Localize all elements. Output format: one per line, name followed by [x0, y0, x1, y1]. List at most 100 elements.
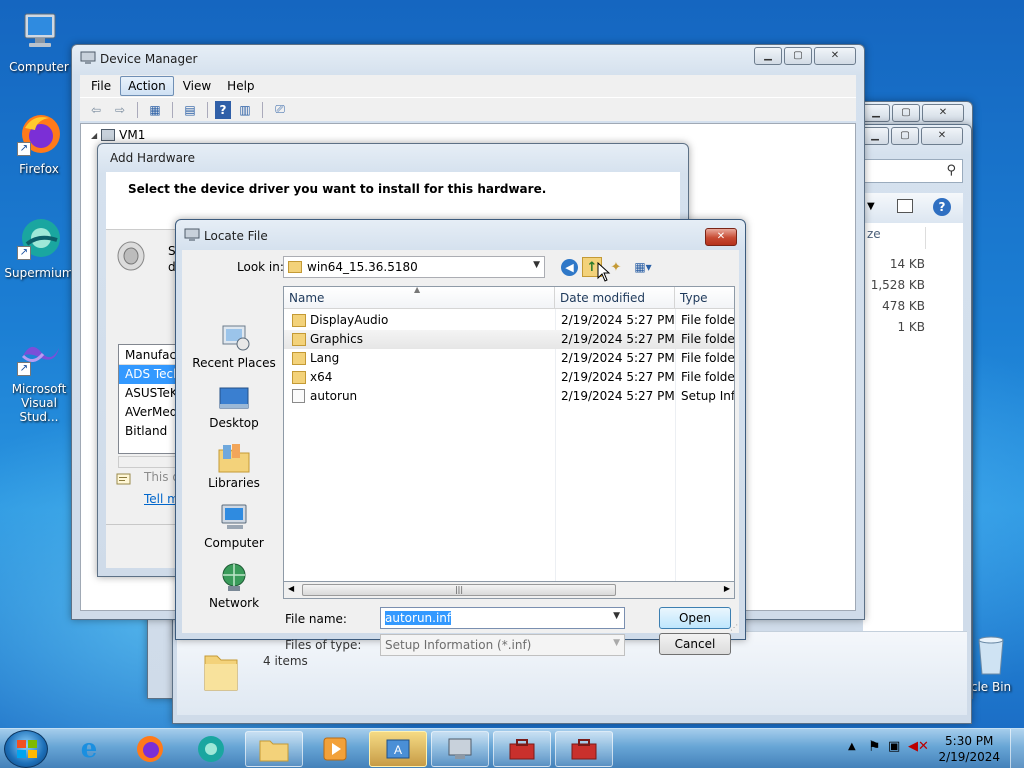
- file-name-label: File name:: [285, 612, 347, 626]
- tree-root-node[interactable]: ◢ VM1: [91, 128, 145, 142]
- look-in-label: Look in:: [237, 260, 284, 274]
- maximize-button[interactable]: ▢: [784, 47, 812, 65]
- file-row[interactable]: x64 2/19/2024 5:27 PM File folder: [284, 368, 734, 387]
- title-bar[interactable]: Locate File ✕: [176, 220, 745, 250]
- help-icon[interactable]: ?: [215, 100, 231, 119]
- show-hidden-icons-icon[interactable]: ▲: [848, 741, 856, 752]
- scroll-left-icon[interactable]: ◀: [288, 584, 294, 593]
- title-bar[interactable]: Add Hardware: [98, 144, 688, 172]
- minimize-button[interactable]: ▁: [862, 104, 890, 122]
- dialog-body: Look in: win64_15.36.5180 ▼ ◀ ↑ ✦ ▦▾ Rec…: [182, 250, 739, 656]
- show-hide-console-tree-icon[interactable]: ▦: [145, 101, 165, 119]
- list-item[interactable]: Bitland: [119, 422, 179, 441]
- back-arrow-icon[interactable]: ⇦: [86, 101, 106, 119]
- file-date: 2/19/2024 5:27 PM: [561, 313, 675, 327]
- title-bar[interactable]: Device Manager ▁ ▢ ✕: [72, 45, 864, 73]
- network-icon[interactable]: ▣: [888, 739, 900, 754]
- manufacturer-column-header[interactable]: Manufact: [119, 345, 179, 365]
- help-icon[interactable]: ?: [933, 198, 951, 216]
- column-header-name[interactable]: Name ▲: [284, 287, 555, 309]
- preview-pane-icon[interactable]: [897, 199, 913, 213]
- forward-arrow-icon[interactable]: ⇨: [110, 101, 130, 119]
- column-header-type[interactable]: Type: [675, 287, 734, 309]
- taskbar-driver-installer[interactable]: A: [369, 731, 427, 767]
- caption-buttons: ▁ ▢ ✕: [754, 47, 856, 65]
- file-date: 2/19/2024 5:27 PM: [561, 370, 675, 384]
- taskbar-supermium[interactable]: [182, 731, 240, 767]
- close-button[interactable]: ✕: [814, 47, 856, 65]
- properties-icon[interactable]: ▤: [180, 101, 200, 119]
- close-button[interactable]: ✕: [922, 104, 964, 122]
- place-network[interactable]: Network: [186, 562, 282, 610]
- horizontal-scrollbar[interactable]: ◀ ||| ▶: [283, 582, 735, 599]
- collapse-arrow-icon[interactable]: ◢: [91, 131, 97, 140]
- taskbar-firefox[interactable]: [121, 731, 179, 767]
- taskbar-device-manager[interactable]: [431, 731, 489, 767]
- svg-text:A: A: [394, 743, 402, 757]
- taskbar-internet-explorer[interactable]: e: [60, 731, 118, 767]
- start-button[interactable]: [4, 730, 48, 768]
- close-button[interactable]: ✕: [705, 228, 737, 246]
- column-header-date-modified[interactable]: Date modified: [555, 287, 675, 309]
- file-list[interactable]: Name ▲ Date modified Type DisplayAudio 2…: [283, 286, 735, 582]
- taskbar-toolbox-2[interactable]: [555, 731, 613, 767]
- desktop-icon-firefox[interactable]: ↗ Firefox: [0, 110, 78, 176]
- list-item[interactable]: ASUSTeK: [119, 384, 179, 403]
- minimize-button[interactable]: ▁: [861, 127, 889, 145]
- file-row[interactable]: autorun 2/19/2024 5:27 PM Setup Infc: [284, 387, 734, 406]
- file-row[interactable]: Lang 2/19/2024 5:27 PM File folder: [284, 349, 734, 368]
- taskbar-media-player[interactable]: [306, 731, 364, 767]
- size-column-header[interactable]: ze: [867, 227, 881, 241]
- menu-view[interactable]: View: [176, 77, 218, 95]
- resize-grip-icon[interactable]: ⋰: [730, 623, 738, 632]
- volume-muted-icon[interactable]: ◀✕: [908, 739, 929, 754]
- file-row[interactable]: Graphics 2/19/2024 5:27 PM File folder: [284, 330, 734, 349]
- cancel-button[interactable]: Cancel: [659, 633, 731, 655]
- view-menu-icon[interactable]: ▦▾: [630, 257, 656, 277]
- show-action-pane-icon[interactable]: ▥: [235, 101, 255, 119]
- place-desktop[interactable]: Desktop: [186, 382, 282, 430]
- chevron-down-icon[interactable]: ▼: [533, 260, 540, 270]
- search-box[interactable]: ⚲: [863, 159, 963, 183]
- dialog-title: Locate File: [204, 229, 268, 243]
- menu-action[interactable]: Action: [120, 76, 174, 96]
- maximize-button[interactable]: ▢: [892, 104, 920, 122]
- clock[interactable]: 5:30 PM 2/19/2024: [938, 733, 1000, 765]
- taskbar-toolbox-1[interactable]: [493, 731, 551, 767]
- list-item[interactable]: AVerMed: [119, 403, 179, 422]
- place-libraries[interactable]: Libraries: [186, 442, 282, 490]
- desktop-icon-supermium[interactable]: ↗ Supermium: [0, 214, 78, 280]
- file-size: 1 KB: [897, 320, 925, 334]
- list-scrollbar[interactable]: [118, 456, 180, 468]
- file-row[interactable]: DisplayAudio 2/19/2024 5:27 PM File fold…: [284, 311, 734, 330]
- locate-file-dialog[interactable]: Locate File ✕ Look in: win64_15.36.5180 …: [175, 219, 746, 656]
- back-icon[interactable]: ◀: [561, 258, 578, 276]
- look-in-value: win64_15.36.5180: [307, 260, 418, 274]
- close-button[interactable]: ✕: [921, 127, 963, 145]
- desktop-icon-computer[interactable]: Computer: [0, 8, 78, 74]
- media-player-icon: [323, 737, 347, 761]
- place-recent-places[interactable]: Recent Places: [186, 322, 282, 370]
- chevron-down-icon[interactable]: ▼: [613, 611, 620, 621]
- manufacturer-list[interactable]: Manufact ADS Tech ASUSTeK AVerMed Bitlan…: [118, 344, 180, 454]
- minimize-button[interactable]: ▁: [754, 47, 782, 65]
- action-center-flag-icon[interactable]: ⚑: [868, 739, 881, 755]
- files-of-type-dropdown[interactable]: Setup Information (*.inf) ▼: [380, 634, 625, 656]
- place-computer[interactable]: Computer: [186, 502, 282, 550]
- maximize-button[interactable]: ▢: [891, 127, 919, 145]
- open-button[interactable]: Open: [659, 607, 731, 629]
- folder-icon: [292, 371, 306, 384]
- show-desktop-button[interactable]: [1010, 729, 1024, 768]
- desktop-icon-visual-studio[interactable]: ↗ Microsoft Visual Stud...: [0, 330, 78, 424]
- menu-file[interactable]: File: [84, 77, 118, 95]
- driver-signing-link[interactable]: Tell m: [144, 492, 179, 506]
- menu-help[interactable]: Help: [220, 77, 261, 95]
- scan-hardware-icon[interactable]: ⎚: [270, 101, 290, 119]
- scroll-right-icon[interactable]: ▶: [724, 584, 730, 593]
- scrollbar-thumb[interactable]: |||: [302, 584, 616, 596]
- look-in-dropdown[interactable]: win64_15.36.5180 ▼: [283, 256, 545, 278]
- views-dropdown-icon[interactable]: ▼: [867, 201, 875, 212]
- taskbar-windows-explorer[interactable]: [245, 731, 303, 767]
- file-name-input[interactable]: autorun.inf ▼: [380, 607, 625, 629]
- list-item[interactable]: ADS Tech: [119, 365, 179, 384]
